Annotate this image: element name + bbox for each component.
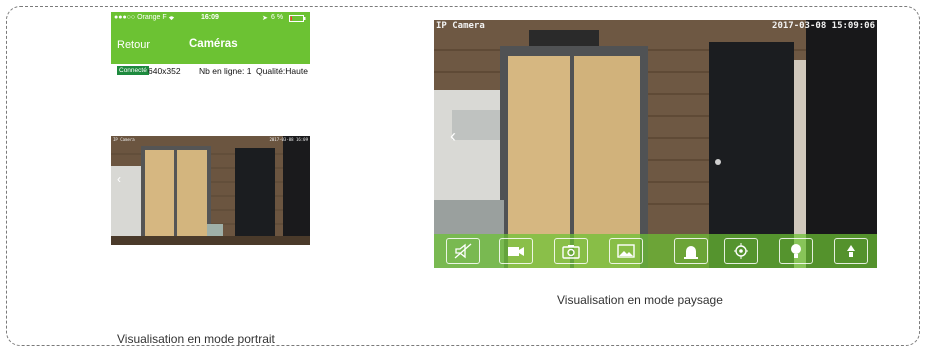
record-button[interactable] <box>499 238 533 264</box>
battery-icon <box>289 15 306 24</box>
carrier-label: ●●●○○ Orange F <box>114 14 167 21</box>
image-icon <box>617 244 635 258</box>
camera-toolbar <box>434 234 877 268</box>
osd-camera-name: IP Camera <box>113 137 135 142</box>
osd-timestamp: 2017-03-08 15:09:06 <box>772 21 875 31</box>
osd-camera-name: IP Camera <box>436 21 485 31</box>
speaker-muted-icon <box>454 243 472 259</box>
chevron-left-icon[interactable]: ‹ <box>117 172 121 186</box>
light-button[interactable] <box>779 238 813 264</box>
resolution-label: 640x352 <box>148 66 181 76</box>
clock: 16:09 <box>201 14 219 21</box>
snapshot-button[interactable] <box>554 238 588 264</box>
osd-timestamp: 2017-03-08 16:09 <box>269 137 308 142</box>
mute-button[interactable] <box>446 238 480 264</box>
status-badge: Connecté <box>117 66 149 75</box>
landscape-caption: Visualisation en mode paysage <box>557 293 723 307</box>
alarm-button[interactable] <box>674 238 708 264</box>
portrait-caption: Visualisation en mode portrait <box>117 332 275 346</box>
chevron-left-icon[interactable]: ‹ <box>450 126 456 147</box>
ios-status-bar: ●●●○○ Orange F 16:09 ➤ 6 % <box>111 12 310 26</box>
page-title: Caméras <box>189 38 238 50</box>
video-camera-icon <box>508 247 524 256</box>
siren-icon <box>684 246 698 259</box>
ptz-button[interactable] <box>724 238 758 264</box>
camera-icon <box>562 245 580 259</box>
wifi-icon <box>167 14 176 23</box>
back-button[interactable]: Retour <box>117 39 150 51</box>
lightbulb-icon <box>791 244 801 258</box>
camera-live-view-portrait[interactable]: IP Camera 2017-03-08 16:09 ‹ <box>111 136 310 245</box>
location-icon: ➤ <box>262 15 268 22</box>
gallery-button[interactable] <box>609 238 643 264</box>
quality-label: Qualité:Haute <box>256 66 308 76</box>
camera-live-view-landscape[interactable]: IP Camera 2017-03-08 15:09:06 ‹ <box>434 20 877 268</box>
more-button[interactable] <box>834 238 868 264</box>
battery-percent: 6 % <box>271 14 284 21</box>
crosshair-icon <box>734 243 748 259</box>
camera-scene-image <box>111 136 310 245</box>
portrait-phone-screen: ●●●○○ Orange F 16:09 ➤ 6 % Retour Caméra… <box>111 12 310 245</box>
camera-scene-image <box>434 20 877 268</box>
camera-info-bar: Connecté 640x352 Nb en ligne: 1 Qualité:… <box>111 64 310 78</box>
online-count-label: Nb en ligne: 1 <box>199 66 252 76</box>
nav-bar: Retour Caméras <box>111 26 310 64</box>
more-icon <box>847 245 855 257</box>
